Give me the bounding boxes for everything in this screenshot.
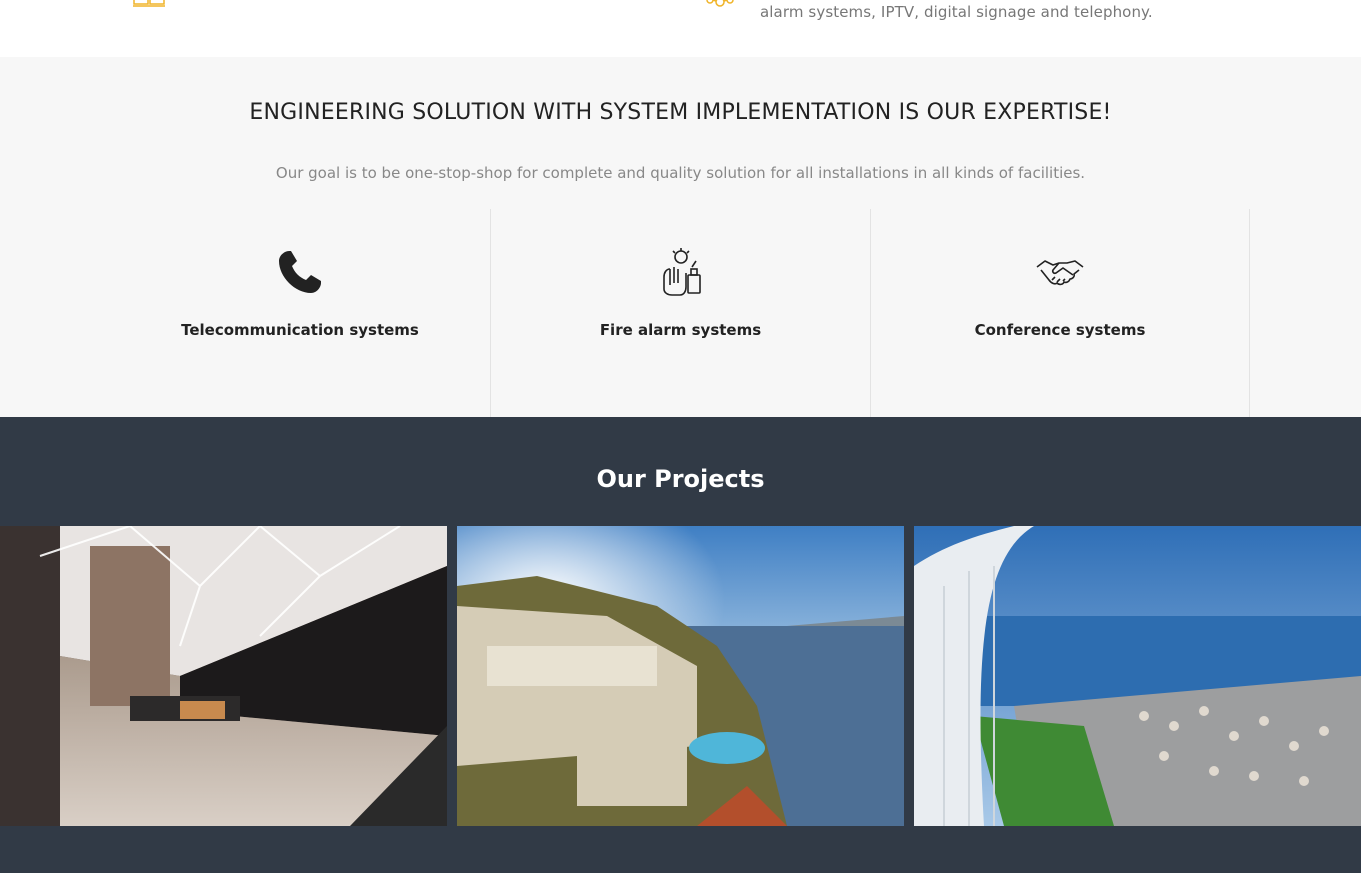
expertise-section: ENGINEERING SOLUTION WITH SYSTEM IMPLEME…: [0, 57, 1361, 417]
service-label: Telecommunication systems: [181, 321, 419, 339]
service-label: Fire alarm systems: [599, 321, 762, 339]
handshake-icon: [1036, 260, 1084, 286]
expertise-title: ENGINEERING SOLUTION WITH SYSTEM IMPLEME…: [249, 100, 1112, 125]
project-hotel-lobby-image[interactable]: [0, 526, 447, 826]
fire-alarm-icon: [662, 248, 701, 296]
service-conference[interactable]: Conference systems: [870, 209, 1250, 417]
projects-title: Our Projects: [596, 465, 765, 493]
top-features-strip: alarm systems, IPTV, digital signage and…: [0, 0, 1361, 57]
service-label: Conference systems: [974, 321, 1146, 339]
service-telecommunication[interactable]: Telecommunication systems: [110, 209, 490, 417]
project-coastal-hotel-image[interactable]: [457, 526, 904, 826]
network-icon: [706, 0, 734, 7]
project-beach-terrace-image[interactable]: [914, 526, 1361, 826]
service-fire-alarm[interactable]: Fire alarm systems: [490, 209, 870, 417]
devices-icon: [133, 0, 165, 7]
projects-section: Our Projects: [0, 417, 1361, 873]
phone-icon: [279, 251, 321, 293]
feature-description: alarm systems, IPTV, digital signage and…: [760, 3, 1153, 21]
expertise-subtitle: Our goal is to be one-stop-shop for comp…: [275, 164, 1086, 182]
